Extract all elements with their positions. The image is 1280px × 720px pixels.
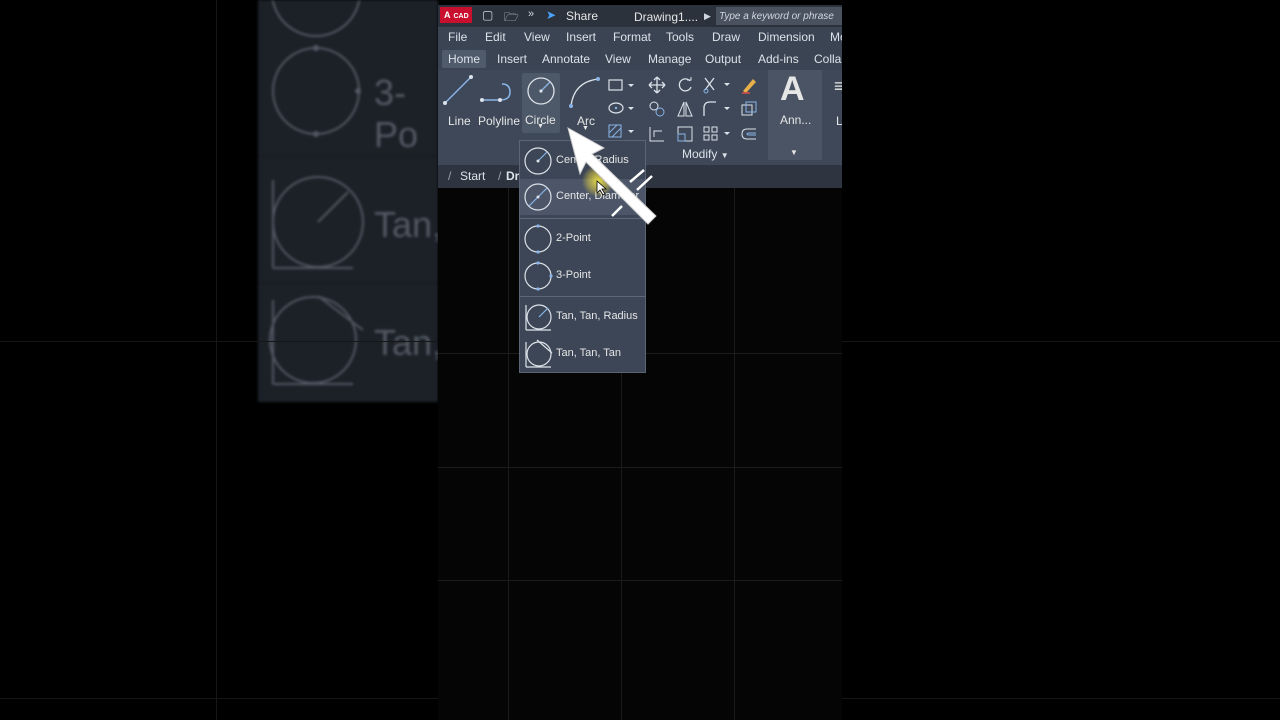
tab-manage[interactable]: Manage [648, 52, 691, 66]
document-title: Drawing1.... [634, 10, 699, 24]
layers-label[interactable]: L [836, 114, 842, 128]
tab-collab[interactable]: Collab [814, 52, 842, 66]
trim-icon[interactable] [702, 76, 732, 94]
menu-file[interactable]: File [448, 30, 467, 44]
menu-separator [520, 296, 645, 297]
logo-letter: A [444, 10, 451, 20]
text-icon: A [780, 70, 805, 108]
canvas-grid-line [734, 188, 735, 720]
layers-icon[interactable]: ≡ [834, 76, 842, 97]
start-tab[interactable]: Start [460, 169, 485, 183]
menu-view[interactable]: View [524, 30, 550, 44]
background-label-3point: 3-Po [374, 72, 419, 155]
share-button[interactable]: Share [566, 9, 598, 23]
array-icon[interactable] [702, 125, 732, 143]
copy-icon[interactable] [648, 100, 666, 118]
pointer-arrow-icon [567, 126, 657, 225]
start-tab-icon: / [448, 169, 452, 183]
circle-button[interactable]: Circle ▼ [522, 73, 560, 133]
mouse-cursor-icon [596, 180, 608, 196]
title-expand-icon[interactable]: ▶ [704, 11, 711, 22]
menu-edit[interactable]: Edit [485, 30, 506, 44]
annotation-label: Ann... [780, 113, 812, 127]
annotation-dropdown-icon: ▼ [790, 148, 798, 157]
drawing-tab-icon: / [498, 169, 502, 183]
new-file-icon[interactable]: ▢ [482, 8, 493, 22]
circle-icon [527, 77, 555, 105]
modify-panel-label[interactable]: Modify ▼ [682, 147, 729, 161]
scale-icon[interactable] [676, 125, 694, 143]
logo-sub: CAD [453, 13, 469, 20]
tab-output[interactable]: Output [705, 52, 741, 66]
arc-icon[interactable] [568, 76, 602, 108]
explode-icon[interactable] [740, 100, 758, 118]
rectangle-icon[interactable] [608, 78, 636, 92]
menu-tan-tan-tan[interactable]: Tan, Tan, Tan [520, 336, 645, 372]
annotation-panel[interactable]: A Ann... ▼ [768, 70, 822, 160]
app-logo[interactable]: A CAD [440, 7, 472, 23]
circle-dropdown-icon: ▼ [537, 123, 544, 130]
polyline-icon[interactable] [480, 80, 514, 104]
tan-tan-tan-label: Tan, Tan, Tan [556, 347, 622, 359]
center-radius-icon [524, 147, 552, 175]
more-tools-icon[interactable]: » [528, 8, 534, 20]
tab-insert[interactable]: Insert [497, 52, 527, 66]
polyline-label[interactable]: Polyline [478, 114, 520, 128]
fillet-icon[interactable] [702, 100, 732, 118]
background-grid-line [216, 0, 217, 720]
canvas-grid-line [438, 580, 842, 581]
search-input[interactable] [716, 7, 842, 25]
center-diameter-icon [524, 183, 552, 211]
three-point-label: 3-Point [556, 269, 591, 281]
ribbon-tab-bar: Home Insert Annotate View Manage Output … [438, 49, 842, 70]
rotate-icon[interactable] [676, 76, 694, 94]
tan-tan-radius-icon [525, 304, 552, 331]
move-icon[interactable] [648, 76, 666, 94]
modify-panel-text: Modify [682, 147, 718, 161]
menu-tan-tan-radius[interactable]: Tan, Tan, Radius [520, 299, 645, 335]
three-point-icon [524, 261, 553, 291]
tan-tan-tan-icon [525, 339, 553, 368]
two-point-label: 2-Point [556, 232, 591, 244]
tab-view[interactable]: View [605, 52, 631, 66]
tab-home[interactable]: Home [442, 50, 487, 68]
background-label-tan2: Tan, [374, 322, 438, 363]
menu-format[interactable]: Format [613, 30, 651, 44]
open-folder-icon[interactable]: 🗁 [504, 8, 519, 29]
modify-dropdown-icon: ▼ [720, 151, 729, 160]
menu-insert[interactable]: Insert [566, 30, 596, 44]
menu-bar: File Edit View Insert Format Tools Draw … [438, 27, 842, 47]
menu-more[interactable]: Mo [830, 30, 842, 44]
title-bar: A CAD ▢ 🗁 » ➤ Share Drawing1.... ▶ [438, 5, 842, 27]
share-icon[interactable]: ➤ [546, 8, 556, 22]
mirror-icon[interactable] [676, 100, 694, 118]
canvas-grid-line [438, 467, 842, 468]
canvas-grid-line [508, 188, 509, 720]
menu-dimension[interactable]: Dimension [758, 30, 815, 44]
line-icon[interactable] [442, 74, 474, 106]
drawing-tab[interactable]: Dr [506, 169, 519, 183]
two-point-icon [524, 224, 552, 254]
offset-icon[interactable] [740, 125, 758, 143]
line-label[interactable]: Line [448, 114, 471, 128]
tan-tan-radius-label: Tan, Tan, Radius [556, 310, 638, 322]
tab-addins[interactable]: Add-ins [758, 52, 799, 66]
menu-draw[interactable]: Draw [712, 30, 740, 44]
menu-3-point[interactable]: 3-Point [520, 258, 645, 294]
ellipse-icon[interactable] [608, 101, 636, 115]
menu-tools[interactable]: Tools [666, 30, 694, 44]
tab-annotate[interactable]: Annotate [542, 52, 590, 66]
erase-icon[interactable] [740, 76, 758, 94]
background-label-tan1: Tan, [374, 204, 438, 245]
